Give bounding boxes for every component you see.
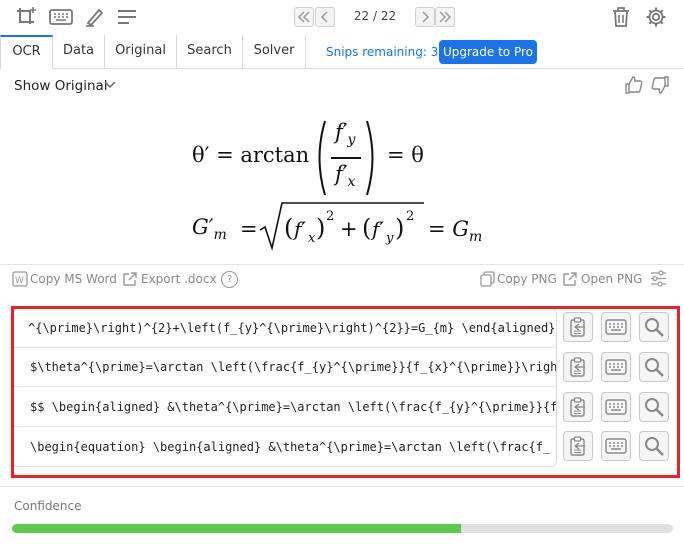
equation-2-rhs-g: = G (428, 217, 470, 241)
chevron-left-icon (320, 11, 328, 23)
denominator-sub: x (347, 174, 356, 191)
chevron-down-icon (104, 81, 116, 89)
tab-solver[interactable]: Solver (243, 35, 306, 68)
numerator-sub: y (347, 132, 356, 149)
chevron-right-icon (422, 11, 430, 23)
svg-text:2: 2 (326, 209, 334, 224)
equation-2-equals: = (240, 217, 258, 241)
help-button[interactable]: ? (221, 271, 238, 288)
upgrade-button[interactable]: Upgrade to Pro (439, 40, 537, 64)
pen-icon[interactable] (84, 6, 106, 28)
tab-original[interactable]: Original (105, 35, 177, 68)
sliders-icon[interactable] (650, 270, 667, 287)
tab-data[interactable]: Data (53, 35, 105, 68)
show-original-toggle[interactable]: Show Original (14, 78, 108, 94)
svg-text:(: ( (284, 214, 293, 242)
external-link-icon (563, 272, 577, 286)
fraction-bar (331, 157, 361, 159)
svg-text:x: x (308, 231, 316, 246)
keyboard-icon[interactable] (49, 8, 73, 26)
confidence-bar-fill (12, 524, 462, 533)
equation-2-rhs-sub: m (469, 229, 483, 246)
divider (0, 486, 684, 487)
double-chevron-left-icon (297, 11, 310, 23)
page-indicator: 22 / 22 (353, 9, 397, 23)
numerator-f: f′ (335, 120, 348, 144)
equation-2-rhs: = Gm (428, 217, 482, 245)
show-original-label: Show Original (14, 78, 108, 94)
copy-ms-word-button[interactable]: Copy MS Word (30, 272, 117, 286)
thumbs-down-icon[interactable] (650, 75, 670, 95)
confidence-bar (12, 524, 673, 533)
open-png-button[interactable]: Open PNG (581, 272, 642, 286)
confidence-label: Confidence (14, 499, 82, 513)
screenshot-icon[interactable] (16, 6, 38, 28)
equation-2-lhs-g: G′ (192, 215, 214, 239)
equation-2-lhs-sub: m (213, 227, 227, 244)
snips-remaining: Snips remaining: 30 (326, 45, 446, 59)
trash-icon[interactable] (611, 6, 631, 28)
copy-icon (480, 271, 495, 287)
gear-icon[interactable] (645, 6, 667, 28)
svg-text:): ) (395, 214, 404, 242)
svg-text:+: + (340, 217, 358, 241)
equation-1-rhs: = θ (387, 143, 424, 167)
equation-2-lhs: G′m (192, 215, 227, 243)
svg-text:f′: f′ (370, 217, 384, 241)
square-root-glyph: ( f′ x ) 2 + ( f′ y ) 2 (259, 202, 424, 251)
export-docx-button[interactable]: Export .docx (141, 272, 217, 286)
left-paren-glyph (318, 120, 326, 196)
highlight-box (11, 306, 680, 478)
thumbs-up-icon[interactable] (624, 75, 644, 95)
svg-text:): ) (316, 214, 325, 242)
text-lines-icon[interactable] (117, 8, 137, 26)
tab-ocr[interactable]: OCR (0, 35, 53, 69)
external-link-icon (123, 272, 137, 286)
svg-text:2: 2 (406, 209, 414, 224)
double-chevron-right-icon (439, 11, 452, 23)
help-icon: ? (226, 274, 233, 285)
denominator-f: f′ (335, 162, 348, 186)
equation-1-numerator: f′y (335, 120, 355, 148)
equation-1-lhs: θ′ = arctan (192, 143, 310, 167)
svg-text:W: W (15, 276, 24, 286)
word-doc-icon: W (12, 271, 28, 287)
svg-text:y: y (385, 231, 394, 246)
right-paren-glyph (366, 120, 374, 196)
svg-text:(: ( (362, 214, 371, 242)
svg-text:f′: f′ (292, 217, 306, 241)
tab-search[interactable]: Search (177, 35, 243, 68)
equation-1-denominator: f′x (335, 162, 355, 190)
copy-png-button[interactable]: Copy PNG (497, 272, 557, 286)
